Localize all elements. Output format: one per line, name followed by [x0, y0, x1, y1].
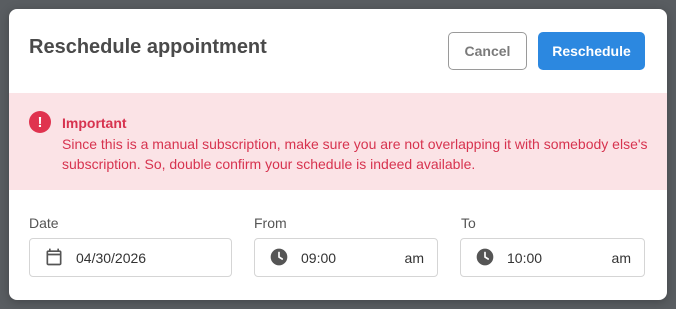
alert-message: Since this is a manual subscription, mak…	[62, 136, 648, 172]
to-ampm[interactable]: am	[612, 250, 631, 266]
from-time-value: 09:00	[301, 250, 337, 266]
from-label: From	[254, 215, 287, 231]
dialog-title: Reschedule appointment	[29, 36, 267, 58]
to-time-field[interactable]: 10:00 am	[460, 238, 645, 277]
calendar-icon	[46, 248, 62, 266]
important-alert: ! Important Since this is a manual subsc…	[9, 93, 667, 190]
to-time-value: 10:00	[507, 250, 543, 266]
to-label: To	[461, 215, 476, 231]
alert-title: Important	[62, 115, 127, 131]
reschedule-button[interactable]: Reschedule	[538, 32, 645, 70]
date-label: Date	[29, 215, 59, 231]
from-ampm[interactable]: am	[405, 250, 424, 266]
clock-icon	[476, 248, 494, 266]
clock-icon	[270, 248, 288, 266]
date-value: 04/30/2026	[76, 250, 147, 266]
cancel-button[interactable]: Cancel	[448, 32, 527, 70]
from-time-field[interactable]: 09:00 am	[254, 238, 438, 277]
reschedule-dialog: Reschedule appointment Cancel Reschedule…	[9, 9, 667, 300]
date-field[interactable]: 04/30/2026	[29, 238, 232, 277]
exclamation-circle-icon: !	[29, 111, 51, 133]
